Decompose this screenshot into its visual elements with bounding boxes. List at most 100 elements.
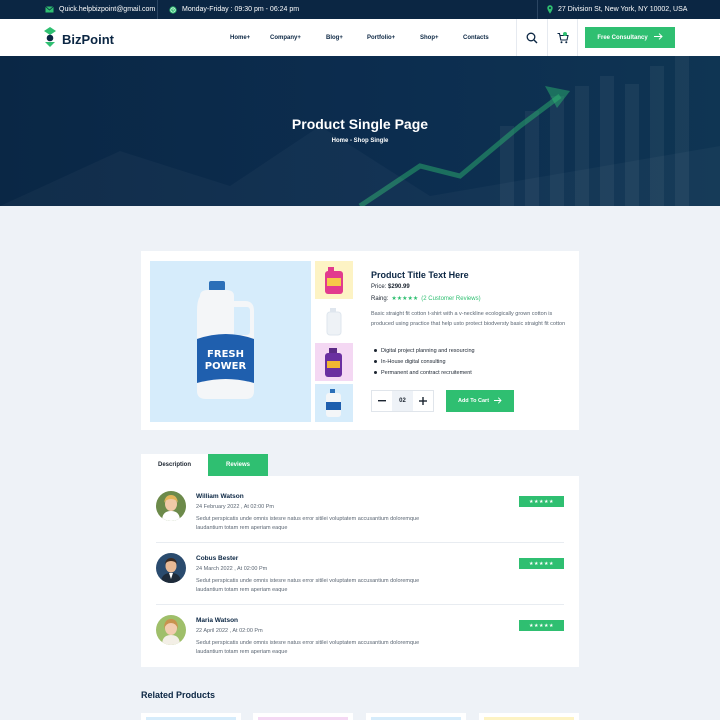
breadcrumb[interactable]: Home - Shop Single <box>0 138 720 144</box>
related-product-card[interactable] <box>253 713 353 720</box>
feature-item: In-House digital consulting <box>374 356 475 367</box>
logo-icon <box>44 27 56 52</box>
related-product-card[interactable] <box>366 713 466 720</box>
mail-icon <box>45 6 54 13</box>
quantity-increase-button[interactable] <box>413 391 433 411</box>
quantity-decrease-button[interactable] <box>372 391 392 411</box>
product-description: Basic straight fit cotton t-shirt with a… <box>371 311 566 327</box>
add-to-cart-button[interactable]: Add To Cart <box>446 390 514 412</box>
review-stars-badge: ★★★★★ <box>519 558 564 569</box>
logo-text: BizPoint <box>62 32 114 47</box>
rating-count-link[interactable]: (2 Customer Reviews) <box>421 296 480 302</box>
avatar <box>156 553 186 583</box>
avatar <box>156 491 186 521</box>
topbar-divider <box>537 0 538 19</box>
detergent-bottle-image: FRESH POWER <box>197 281 254 399</box>
review-stars-badge: ★★★★★ <box>519 620 564 631</box>
cta-label: Free Consultancy <box>597 34 648 41</box>
review-text: Sedut perspicatis unde omnis istesre nat… <box>196 578 420 593</box>
cart-button[interactable] <box>557 31 569 49</box>
product-main-image: FRESH POWER <box>150 261 311 422</box>
thumb-bottle-icon <box>326 389 341 417</box>
review-item: William Watson 24 February 2022 , At 02:… <box>156 491 564 553</box>
feature-text: Permanent and contract recruitement <box>381 369 472 376</box>
review-date: 24 March 2022 , At 02:00 Pm <box>196 566 268 572</box>
topbar-email[interactable]: Quick.helpbizpoint@gmail.com <box>45 0 155 19</box>
nav-item-shop[interactable]: Shop+ <box>420 35 439 41</box>
product-thumb-4[interactable] <box>315 384 353 422</box>
related-products-heading: Related Products <box>141 690 216 700</box>
review-stars-badge: ★★★★★ <box>519 496 564 507</box>
nav-item-company[interactable]: Company+ <box>270 35 301 41</box>
review-item: Cobus Bester 24 March 2022 , At 02:00 Pm… <box>156 553 564 615</box>
tab-description[interactable]: Description <box>141 454 208 476</box>
topbar-hours-text: Monday-Friday : 09:30 pm - 06:24 pm <box>182 6 300 13</box>
review-text: Sedut perspicatis unde omnis istesre nat… <box>196 640 420 655</box>
thumb-bottle-icon <box>326 308 342 336</box>
feature-text: Digital project planning and resourcing <box>381 347 475 354</box>
product-thumb-2[interactable] <box>315 302 353 340</box>
search-button[interactable] <box>526 31 538 49</box>
plus-icon <box>419 397 427 405</box>
nav-item-home[interactable]: Home+ <box>230 35 250 41</box>
price-value: $290.99 <box>388 284 410 290</box>
bottle-label-fresh: FRESH <box>207 349 244 360</box>
arrow-right-icon <box>494 396 502 406</box>
clock-icon <box>169 5 177 14</box>
free-consultancy-button[interactable]: Free Consultancy <box>585 27 675 48</box>
bullet-icon <box>374 349 377 352</box>
page-title: Product Single Page <box>291 116 429 132</box>
feature-item: Digital project planning and resourcing <box>374 345 475 356</box>
feature-list: Digital project planning and resourcing … <box>374 345 475 378</box>
review-item: Maria Watson 22 April 2022 , At 02:00 Pm… <box>156 615 564 677</box>
tab-reviews[interactable]: Reviews <box>208 454 268 476</box>
avatar <box>156 615 186 645</box>
thumb-bottle-icon <box>325 267 343 294</box>
feature-item: Permanent and contract recruitement <box>374 367 475 378</box>
review-date: 24 February 2022 , At 02:00 Pm <box>196 504 274 510</box>
nav-item-contacts[interactable]: Contacts <box>463 35 489 41</box>
search-icon <box>526 31 538 48</box>
topbar-address: 27 Division St, New York, NY 10002, USA <box>547 0 687 19</box>
bullet-icon <box>374 360 377 363</box>
nav-divider <box>516 19 517 56</box>
logo[interactable]: BizPoint <box>44 27 114 52</box>
map-pin-icon <box>547 5 553 14</box>
nav-divider <box>577 19 578 56</box>
price-label: Price: <box>371 284 387 290</box>
reviewer-name: Maria Watson <box>196 617 239 624</box>
thumb-bottle-icon <box>325 348 342 377</box>
reviewer-name: William Watson <box>196 493 244 500</box>
product-title: Product Title Text Here <box>371 270 469 280</box>
page-hero: Product Single Page Home - Shop Single <box>0 56 720 206</box>
quantity-input[interactable]: 02 <box>392 391 413 411</box>
product-thumb-1[interactable] <box>315 261 353 299</box>
product-thumb-3[interactable] <box>315 343 353 381</box>
related-product-card[interactable] <box>141 713 241 720</box>
minus-icon <box>378 400 386 402</box>
product-card: FRESH POWER Product Title Text Here Pric… <box>141 251 579 430</box>
product-tabs: Description Reviews <box>141 454 579 476</box>
add-to-cart-label: Add To Cart <box>457 398 490 404</box>
reviewer-name: Cobus Bester <box>196 555 239 562</box>
review-date: 22 April 2022 , At 02:00 Pm <box>196 628 263 634</box>
reviews-panel: William Watson 24 February 2022 , At 02:… <box>141 476 579 667</box>
rating-label: Raing: <box>371 295 389 302</box>
nav-item-portfolio[interactable]: Portfolio+ <box>367 35 395 41</box>
related-product-card[interactable] <box>479 713 579 720</box>
feature-text: In-House digital consulting <box>381 358 446 365</box>
topbar-divider <box>157 0 158 19</box>
quantity-stepper: 02 <box>371 390 434 412</box>
topbar-hours: Monday-Friday : 09:30 pm - 06:24 pm <box>169 0 299 19</box>
bottle-label-power: POWER <box>205 361 247 372</box>
topbar-address-text: 27 Division St, New York, NY 10002, USA <box>558 6 688 13</box>
product-rating: Raing: ★★★★★ (2 Customer Reviews) <box>371 295 481 303</box>
rating-stars: ★★★★★ <box>391 296 419 302</box>
nav-item-blog[interactable]: Blog+ <box>326 35 343 41</box>
topbar-email-text: Quick.helpbizpoint@gmail.com <box>59 6 156 13</box>
cart-icon <box>557 31 569 48</box>
review-divider <box>156 604 564 605</box>
product-price: Price: $290.99 <box>371 284 410 290</box>
review-divider <box>156 542 564 543</box>
top-bar: Quick.helpbizpoint@gmail.com Monday-Frid… <box>0 0 720 19</box>
